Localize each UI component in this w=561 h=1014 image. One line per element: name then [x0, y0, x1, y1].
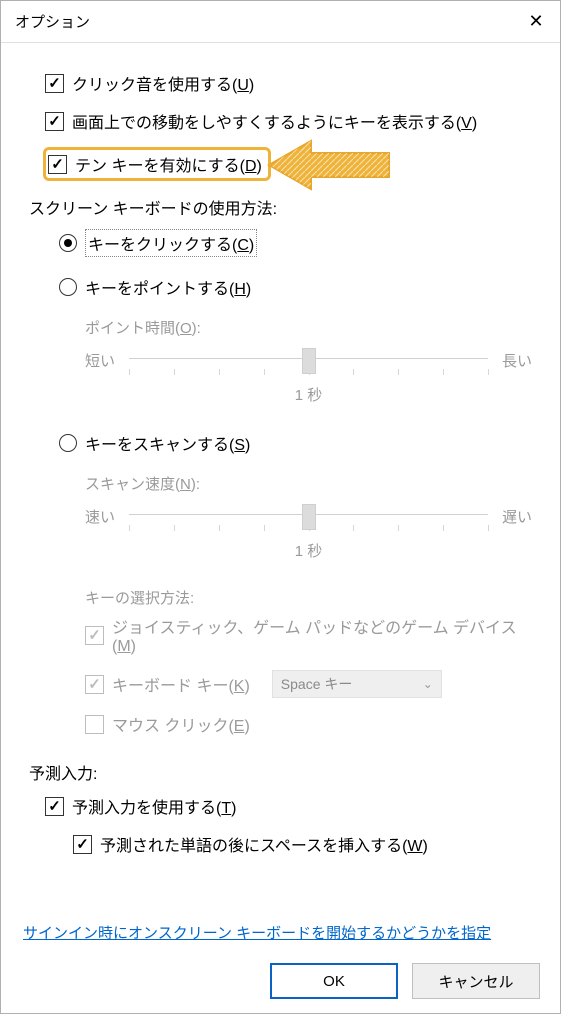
slider-thumb [302, 348, 316, 374]
combo-value: Space キー [281, 674, 353, 694]
close-icon: ✕ [528, 11, 543, 32]
checkbox-use-predict[interactable]: 予測入力を使用する(T) [45, 794, 532, 818]
cancel-button[interactable]: キャンセル [412, 963, 540, 999]
hover-time-label: ポイント時間(O): [85, 317, 532, 338]
checkbox-label: 予測された単語の後にスペースを挿入する(W) [100, 832, 428, 856]
group-predict: 予測入力: [29, 760, 532, 784]
group-usage: スクリーン キーボードの使用方法: [29, 195, 532, 219]
radio-icon [59, 234, 77, 252]
checkbox-icon [45, 797, 64, 816]
checkbox-show-keys[interactable]: 画面上での移動をしやすくするようにキーを表示する(V) [45, 109, 532, 133]
checkbox-label: 画面上での移動をしやすくするようにキーを表示する(V) [72, 109, 477, 133]
slider-max-label: 遅い [488, 506, 532, 527]
close-button[interactable]: ✕ [512, 1, 560, 42]
signin-osk-link[interactable]: サインイン時にオンスクリーン キーボードを開始するかどうかを指定 [23, 922, 491, 943]
checkbox-icon [73, 835, 92, 854]
ok-button[interactable]: OK [270, 963, 398, 999]
radio-hover[interactable]: キーをポイントする(H) [59, 275, 532, 299]
checkbox-label: マウス クリック(E) [112, 712, 250, 736]
scan-key-combo: Space キー ⌄ [272, 670, 442, 698]
hover-time-value: 1 秒 [85, 384, 532, 405]
slider-min-label: 速い [85, 506, 129, 527]
scan-speed-slider: 速い 遅い [85, 498, 532, 534]
radio-label: キーをクリックする(C) [85, 229, 257, 257]
checkbox-label: クリック音を使用する(U) [72, 71, 254, 95]
scan-speed-label: スキャン速度(N): [85, 473, 532, 494]
checkbox-predict-space[interactable]: 予測された単語の後にスペースを挿入する(W) [73, 832, 532, 856]
checkbox-numpad[interactable]: テン キーを有効にする(D) [43, 147, 271, 181]
scan-speed-value: 1 秒 [85, 540, 532, 561]
checkbox-label: テン キーを有効にする(D) [75, 152, 262, 176]
radio-icon [59, 278, 77, 296]
radio-scan[interactable]: キーをスキャンする(S) [59, 431, 532, 455]
checkbox-icon [45, 112, 64, 131]
checkbox-click-sound[interactable]: クリック音を使用する(U) [45, 71, 532, 95]
radio-label: キーをスキャンする(S) [85, 431, 250, 455]
checkbox-icon [85, 715, 104, 734]
checkbox-label: キーボード キー(K) [112, 672, 250, 696]
checkbox-icon [85, 626, 104, 645]
chevron-down-icon: ⌄ [423, 677, 433, 691]
scan-method-label: キーの選択方法: [85, 587, 532, 608]
checkbox-mouse-click: マウス クリック(E) [85, 712, 532, 736]
checkbox-joystick: ジョイスティック、ゲーム パッドなどのゲーム デバイス(M) [85, 614, 532, 656]
checkbox-keyboard-key: キーボード キー(K) Space キー ⌄ [85, 670, 532, 698]
checkbox-icon [85, 675, 104, 694]
slider-min-label: 短い [85, 350, 129, 371]
checkbox-label: 予測入力を使用する(T) [72, 794, 236, 818]
slider-thumb [302, 504, 316, 530]
slider-max-label: 長い [488, 350, 532, 371]
radio-label: キーをポイントする(H) [85, 275, 251, 299]
hover-time-slider: 短い 長い [85, 342, 532, 378]
radio-click[interactable]: キーをクリックする(C) [59, 229, 532, 257]
checkbox-icon [45, 74, 64, 93]
checkbox-label: ジョイスティック、ゲーム パッドなどのゲーム デバイス(M) [112, 614, 532, 656]
checkbox-icon [48, 155, 67, 174]
window-title: オプション [15, 11, 512, 32]
radio-icon [59, 434, 77, 452]
